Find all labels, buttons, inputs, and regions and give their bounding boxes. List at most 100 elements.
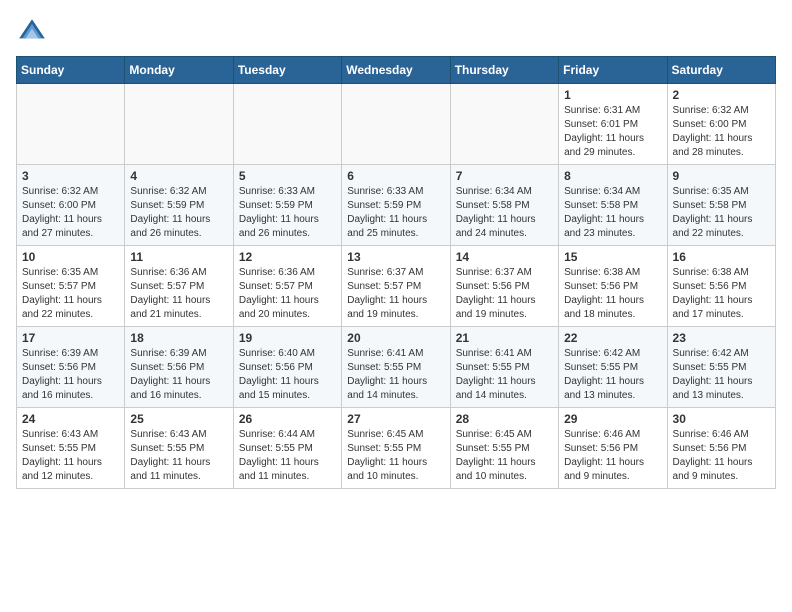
day-info: Sunrise: 6:41 AM Sunset: 5:55 PM Dayligh… (456, 347, 553, 403)
day-info: Sunrise: 6:40 AM Sunset: 5:56 PM Dayligh… (239, 347, 336, 403)
week-row-3: 10Sunrise: 6:35 AM Sunset: 5:57 PM Dayli… (17, 246, 776, 327)
day-number: 29 (564, 412, 661, 426)
weekday-header-sunday: Sunday (17, 57, 125, 84)
day-number: 5 (239, 169, 336, 183)
day-number: 22 (564, 331, 661, 345)
weekday-header-row: SundayMondayTuesdayWednesdayThursdayFrid… (17, 57, 776, 84)
day-number: 6 (347, 169, 444, 183)
day-number: 13 (347, 250, 444, 264)
day-info: Sunrise: 6:41 AM Sunset: 5:55 PM Dayligh… (347, 347, 444, 403)
day-number: 14 (456, 250, 553, 264)
page-header (16, 16, 776, 48)
day-number: 30 (673, 412, 770, 426)
calendar-cell (233, 84, 341, 165)
day-info: Sunrise: 6:38 AM Sunset: 5:56 PM Dayligh… (564, 266, 661, 322)
calendar-cell (450, 84, 558, 165)
calendar-cell: 28Sunrise: 6:45 AM Sunset: 5:55 PM Dayli… (450, 408, 558, 489)
calendar-cell: 8 Sunrise: 6:34 AM Sunset: 5:58 PM Daylig… (559, 165, 667, 246)
day-number: 17 (22, 331, 119, 345)
week-row-2: 3 Sunrise: 6:32 AM Sunset: 6:00 PM Daylig… (17, 165, 776, 246)
day-info: Sunrise: 6:37 AM Sunset: 5:57 PM Dayligh… (347, 266, 444, 322)
day-info: Sunrise: 6:42 AM Sunset: 5:55 PM Dayligh… (564, 347, 661, 403)
day-info: Sunrise: 6:44 AM Sunset: 5:55 PM Dayligh… (239, 428, 336, 484)
day-info: Sunrise: 6:34 AM Sunset: 5:58 PM Dayligh… (564, 185, 661, 241)
calendar-cell: 7 Sunrise: 6:34 AM Sunset: 5:58 PM Daylig… (450, 165, 558, 246)
day-info: Sunrise: 6:46 AM Sunset: 5:56 PM Dayligh… (564, 428, 661, 484)
calendar-cell: 10Sunrise: 6:35 AM Sunset: 5:57 PM Dayli… (17, 246, 125, 327)
calendar-cell: 29 Sunrise: 6:46 AM Sunset: 5:56 PM Dayli… (559, 408, 667, 489)
day-info: Sunrise: 6:42 AM Sunset: 5:55 PM Dayligh… (673, 347, 770, 403)
day-info: Sunrise: 6:46 AM Sunset: 5:56 PM Dayligh… (673, 428, 770, 484)
calendar: SundayMondayTuesdayWednesdayThursdayFrid… (16, 56, 776, 489)
calendar-cell: 21 Sunrise: 6:41 AM Sunset: 5:55 PM Dayli… (450, 327, 558, 408)
calendar-cell: 16 Sunrise: 6:38 AM Sunset: 5:56 PM Dayli… (667, 246, 775, 327)
day-info: Sunrise: 6:31 AM Sunset: 6:01 PM Dayligh… (564, 104, 661, 160)
day-number: 15 (564, 250, 661, 264)
day-info: Sunrise: 6:34 AM Sunset: 5:58 PM Dayligh… (456, 185, 553, 241)
calendar-cell: 20 Sunrise: 6:41 AM Sunset: 5:55 PM Dayli… (342, 327, 450, 408)
day-number: 4 (130, 169, 227, 183)
calendar-cell: 22 Sunrise: 6:42 AM Sunset: 5:55 PM Dayli… (559, 327, 667, 408)
day-number: 16 (673, 250, 770, 264)
day-info: Sunrise: 6:32 AM Sunset: 6:00 PM Dayligh… (22, 185, 119, 241)
day-info: Sunrise: 6:37 AM Sunset: 5:56 PM Dayligh… (456, 266, 553, 322)
calendar-cell: 2 Sunrise: 6:32 AM Sunset: 6:00 PM Daylig… (667, 84, 775, 165)
day-number: 28 (456, 412, 553, 426)
calendar-cell: 1 Sunrise: 6:31 AM Sunset: 6:01 PM Daylig… (559, 84, 667, 165)
day-info: Sunrise: 6:32 AM Sunset: 5:59 PM Dayligh… (130, 185, 227, 241)
calendar-cell: 5 Sunrise: 6:33 AM Sunset: 5:59 PM Daylig… (233, 165, 341, 246)
day-info: Sunrise: 6:33 AM Sunset: 5:59 PM Dayligh… (347, 185, 444, 241)
day-number: 7 (456, 169, 553, 183)
week-row-5: 24 Sunrise: 6:43 AM Sunset: 5:55 PM Dayli… (17, 408, 776, 489)
day-info: Sunrise: 6:43 AM Sunset: 5:55 PM Dayligh… (22, 428, 119, 484)
day-number: 26 (239, 412, 336, 426)
day-number: 18 (130, 331, 227, 345)
day-info: Sunrise: 6:36 AM Sunset: 5:57 PM Dayligh… (130, 266, 227, 322)
calendar-cell (17, 84, 125, 165)
weekday-header-saturday: Saturday (667, 57, 775, 84)
calendar-cell: 4 Sunrise: 6:32 AM Sunset: 5:59 PM Daylig… (125, 165, 233, 246)
calendar-cell: 18 Sunrise: 6:39 AM Sunset: 5:56 PM Dayli… (125, 327, 233, 408)
calendar-cell: 23 Sunrise: 6:42 AM Sunset: 5:55 PM Dayli… (667, 327, 775, 408)
calendar-cell: 19 Sunrise: 6:40 AM Sunset: 5:56 PM Dayli… (233, 327, 341, 408)
calendar-cell: 11Sunrise: 6:36 AM Sunset: 5:57 PM Dayli… (125, 246, 233, 327)
day-number: 2 (673, 88, 770, 102)
day-number: 9 (673, 169, 770, 183)
day-number: 12 (239, 250, 336, 264)
day-number: 19 (239, 331, 336, 345)
calendar-cell: 17 Sunrise: 6:39 AM Sunset: 5:56 PM Dayli… (17, 327, 125, 408)
weekday-header-tuesday: Tuesday (233, 57, 341, 84)
day-info: Sunrise: 6:38 AM Sunset: 5:56 PM Dayligh… (673, 266, 770, 322)
calendar-cell: 12 Sunrise: 6:36 AM Sunset: 5:57 PM Dayli… (233, 246, 341, 327)
day-info: Sunrise: 6:35 AM Sunset: 5:58 PM Dayligh… (673, 185, 770, 241)
calendar-cell (125, 84, 233, 165)
day-number: 20 (347, 331, 444, 345)
day-number: 23 (673, 331, 770, 345)
day-info: Sunrise: 6:39 AM Sunset: 5:56 PM Dayligh… (130, 347, 227, 403)
calendar-cell: 26 Sunrise: 6:44 AM Sunset: 5:55 PM Dayli… (233, 408, 341, 489)
calendar-cell: 9 Sunrise: 6:35 AM Sunset: 5:58 PM Daylig… (667, 165, 775, 246)
day-number: 21 (456, 331, 553, 345)
calendar-cell: 27Sunrise: 6:45 AM Sunset: 5:55 PM Dayli… (342, 408, 450, 489)
day-info: Sunrise: 6:33 AM Sunset: 5:59 PM Dayligh… (239, 185, 336, 241)
day-number: 24 (22, 412, 119, 426)
day-info: Sunrise: 6:32 AM Sunset: 6:00 PM Dayligh… (673, 104, 770, 160)
calendar-cell: 30 Sunrise: 6:46 AM Sunset: 5:56 PM Dayli… (667, 408, 775, 489)
day-number: 3 (22, 169, 119, 183)
weekday-header-monday: Monday (125, 57, 233, 84)
day-number: 8 (564, 169, 661, 183)
logo-icon (16, 16, 48, 48)
calendar-cell: 25Sunrise: 6:43 AM Sunset: 5:55 PM Dayli… (125, 408, 233, 489)
day-number: 1 (564, 88, 661, 102)
calendar-cell: 13 Sunrise: 6:37 AM Sunset: 5:57 PM Dayli… (342, 246, 450, 327)
day-number: 10 (22, 250, 119, 264)
day-info: Sunrise: 6:39 AM Sunset: 5:56 PM Dayligh… (22, 347, 119, 403)
calendar-cell: 14 Sunrise: 6:37 AM Sunset: 5:56 PM Dayli… (450, 246, 558, 327)
week-row-4: 17 Sunrise: 6:39 AM Sunset: 5:56 PM Dayli… (17, 327, 776, 408)
weekday-header-wednesday: Wednesday (342, 57, 450, 84)
calendar-cell: 3 Sunrise: 6:32 AM Sunset: 6:00 PM Daylig… (17, 165, 125, 246)
day-number: 25 (130, 412, 227, 426)
calendar-cell: 24 Sunrise: 6:43 AM Sunset: 5:55 PM Dayli… (17, 408, 125, 489)
day-info: Sunrise: 6:36 AM Sunset: 5:57 PM Dayligh… (239, 266, 336, 322)
logo (16, 16, 52, 48)
